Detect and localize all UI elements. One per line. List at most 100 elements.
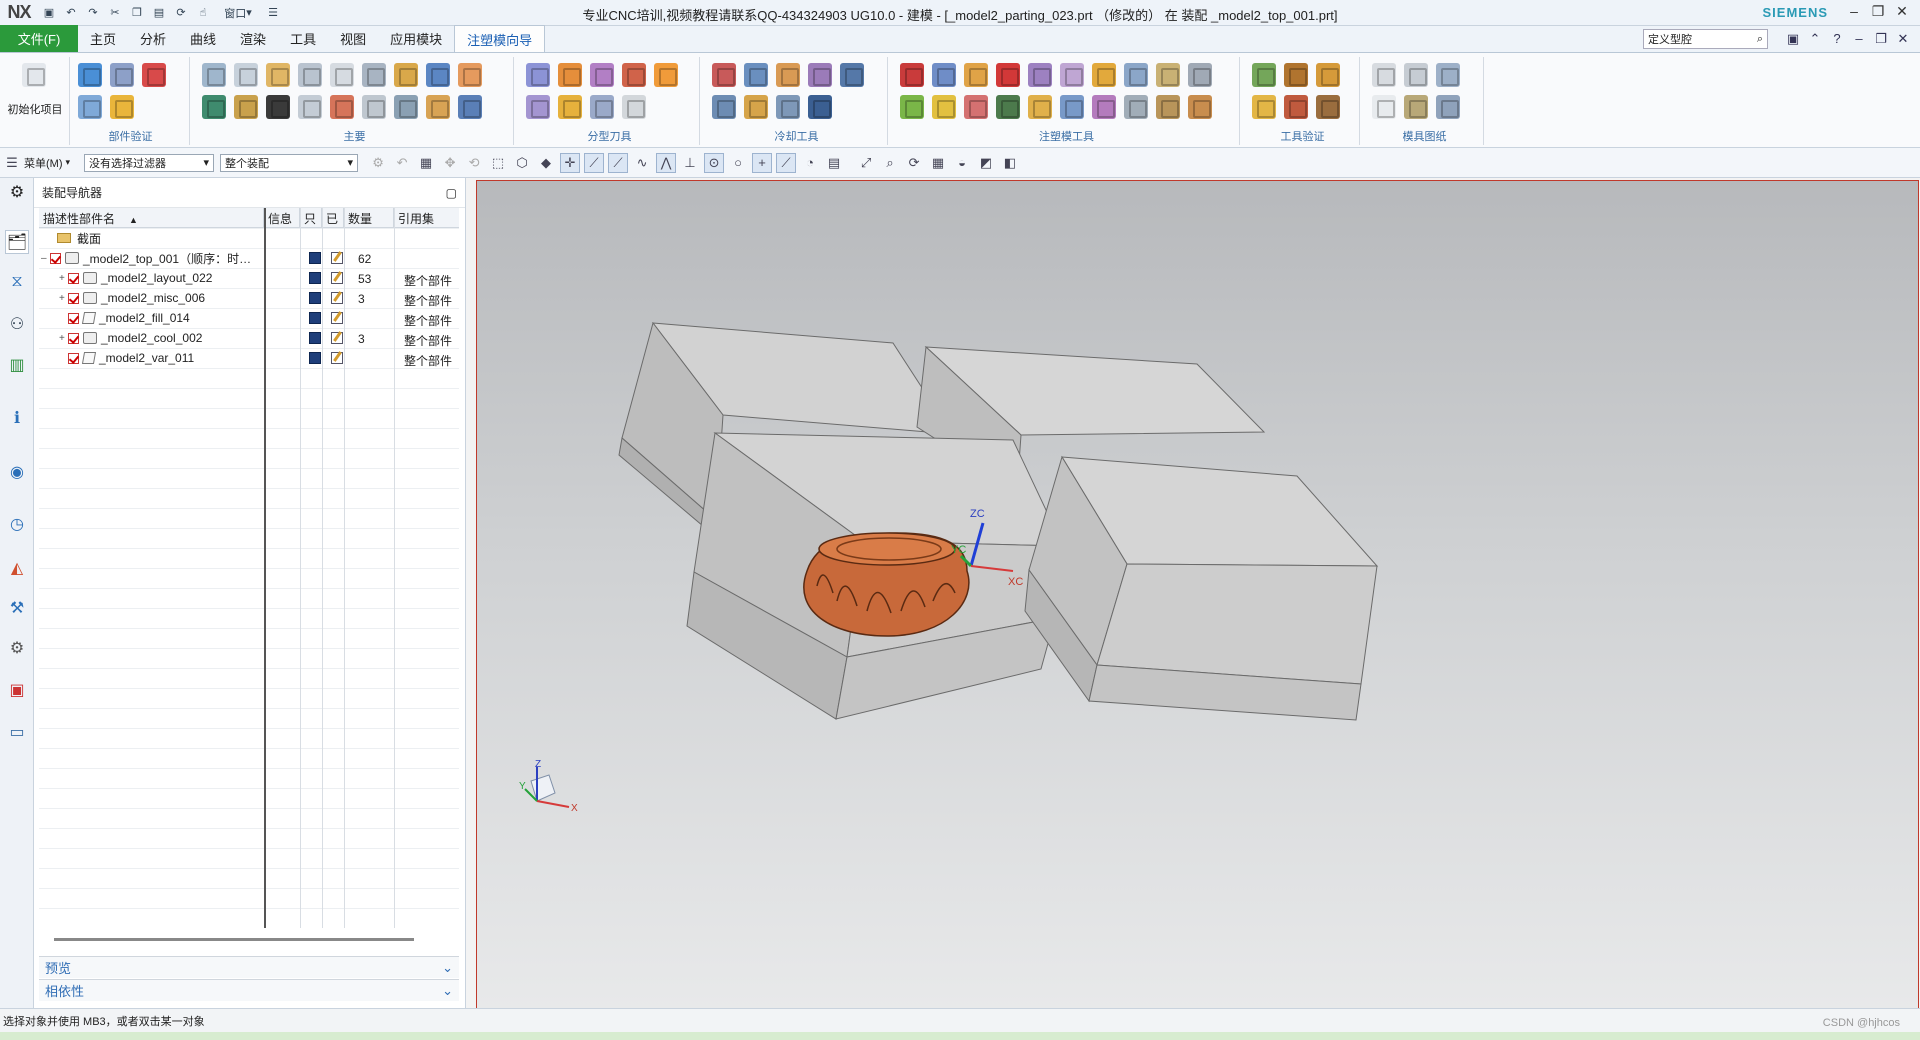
parting-tool-icon-1[interactable] (526, 63, 550, 87)
tool-validation-icon-5[interactable] (1284, 95, 1308, 119)
switch-window-icon[interactable]: ☰ (264, 5, 282, 21)
touch-mode-icon[interactable]: ☝ (194, 5, 212, 21)
restore-icon[interactable]: ❐ (1866, 3, 1890, 20)
snap-point-icon[interactable]: + (752, 152, 773, 173)
tree-row-var[interactable]: _model2_var_011 (39, 348, 459, 368)
main-tool-icon-5[interactable] (330, 63, 354, 87)
tab-curve[interactable]: 曲线 (178, 25, 228, 52)
main-tool-icon-10[interactable] (202, 95, 226, 119)
part-validation-icon-4[interactable] (78, 95, 102, 119)
manufacturing-wizard-icon[interactable]: ⚙ (5, 636, 29, 660)
main-tool-icon-12[interactable] (266, 95, 290, 119)
tab-analysis[interactable]: 分析 (128, 25, 178, 52)
column-header-modified[interactable]: 已 (322, 208, 344, 227)
fit-view-icon[interactable]: ⤢ (856, 153, 876, 173)
snap-face-icon[interactable]: ◔ (800, 153, 820, 173)
parting-tool-icon-9[interactable] (622, 95, 646, 119)
snap-on-curve-icon[interactable]: ⟋ (776, 152, 797, 173)
feature-select-icon[interactable]: ⬡ (512, 153, 532, 173)
mold-tool-icon-16[interactable] (1060, 95, 1084, 119)
mold-tool-icon-6[interactable] (1060, 63, 1084, 87)
tab-mold-wizard[interactable]: 注塑模向导 (454, 25, 546, 52)
main-tool-icon-18[interactable] (458, 95, 482, 119)
parting-tool-icon-6[interactable] (526, 95, 550, 119)
selection-filter-select[interactable]: 没有选择过滤器 ▾ (84, 153, 215, 172)
parting-tool-icon-5[interactable] (654, 63, 678, 87)
history-icon[interactable]: ◷ (5, 512, 29, 536)
rectangle-select-icon[interactable]: ⬚ (488, 153, 508, 173)
mold-drawing-icon-4[interactable] (1372, 95, 1396, 119)
tab-home[interactable]: 主页 (78, 25, 128, 52)
visibility-checkbox[interactable] (50, 252, 61, 264)
doc-close-icon[interactable]: ✕ (1892, 31, 1914, 47)
mold-drawing-icon-3[interactable] (1436, 63, 1460, 87)
rotate-view-icon[interactable]: ⟳ (904, 153, 924, 173)
main-tool-icon-9[interactable] (458, 63, 482, 87)
mold-tool-icon-9[interactable] (1156, 63, 1180, 87)
mold-tool-icon-7[interactable] (1092, 63, 1116, 87)
part-navigator-icon[interactable]: ⚇ (5, 312, 29, 336)
mold-drawing-icon-5[interactable] (1404, 95, 1428, 119)
part-validation-icon-1[interactable] (78, 63, 102, 87)
tool-validation-icon-4[interactable] (1252, 95, 1276, 119)
mold-tool-icon-20[interactable] (1188, 95, 1212, 119)
visibility-checkbox[interactable] (68, 292, 79, 304)
command-search-input[interactable]: 定义型腔 ⌕ (1643, 29, 1768, 49)
tree-row-cool[interactable]: + _model2_cool_002 (39, 328, 459, 348)
assembly-navigator-icon[interactable]: 🗂 (5, 230, 29, 254)
zoom-icon[interactable]: ⌕ (880, 153, 900, 173)
undo-icon[interactable]: ↶ (62, 5, 80, 21)
mold-tool-icon-17[interactable] (1092, 95, 1116, 119)
main-tool-icon-3[interactable] (266, 63, 290, 87)
horizontal-scrollbar[interactable] (54, 938, 414, 941)
cooling-tool-icon-7[interactable] (744, 95, 768, 119)
file-menu-button[interactable]: 文件(F) (0, 25, 78, 52)
snap-settings-icon[interactable]: ⚙ (368, 153, 388, 173)
tree-row-top-assembly[interactable]: – _model2_top_001（顺序：时… (39, 248, 459, 268)
expand-icon[interactable]: + (59, 273, 68, 284)
tool-validation-icon-3[interactable] (1316, 63, 1340, 87)
cooling-tool-icon-8[interactable] (776, 95, 800, 119)
paste-icon[interactable]: ▤ (150, 5, 168, 21)
tool-validation-icon-2[interactable] (1284, 63, 1308, 87)
mold-tool-icon-5[interactable] (1028, 63, 1052, 87)
tree-row-misc[interactable]: + _model2_misc_006 (39, 288, 459, 308)
menu-button[interactable]: 菜单(M) (24, 155, 63, 171)
select-all-icon[interactable]: ▦ (416, 153, 436, 173)
doc-restore-icon[interactable]: ❐ (1870, 31, 1892, 47)
save-icon[interactable]: ▣ (40, 5, 58, 21)
mold-tool-icon-4[interactable] (996, 63, 1020, 87)
column-header-name[interactable]: 描述性部件名 ▲ (39, 208, 264, 227)
minimize-icon[interactable]: – (1842, 3, 1866, 20)
graphics-viewport[interactable]: ZC YC XC Z Y X (476, 180, 1919, 1010)
snap-intersection-icon[interactable]: ⋀ (656, 152, 677, 173)
redo-icon[interactable]: ↷ (84, 5, 102, 21)
selection-scope-select[interactable]: 整个装配 ▾ (220, 153, 359, 172)
main-tool-icon-11[interactable] (234, 95, 258, 119)
mold-tool-icon-15[interactable] (1028, 95, 1052, 119)
model-scene[interactable]: ZC YC XC Z Y X (477, 181, 1918, 1009)
cooling-tool-icon-6[interactable] (712, 95, 736, 119)
main-tool-icon-4[interactable] (298, 63, 322, 87)
main-tool-icon-1[interactable] (202, 63, 226, 87)
help-icon[interactable]: ? (1826, 31, 1848, 47)
pan-icon[interactable]: ✥ (440, 153, 460, 173)
visibility-checkbox[interactable] (68, 312, 79, 324)
column-header-quantity[interactable]: 数量 (344, 208, 394, 227)
snap-tangent-icon[interactable]: ⊥ (680, 153, 700, 173)
parting-tool-icon-4[interactable] (622, 63, 646, 87)
mold-drawing-icon-1[interactable] (1372, 63, 1396, 87)
main-tool-icon-7[interactable] (394, 63, 418, 87)
mold-tool-icon-11[interactable] (900, 95, 924, 119)
parting-tool-icon-3[interactable] (590, 63, 614, 87)
visibility-checkbox[interactable] (68, 272, 79, 284)
system-materials-icon[interactable]: ◭ (5, 556, 29, 580)
mold-tool-icon-19[interactable] (1156, 95, 1180, 119)
rotate-icon[interactable]: ⟲ (464, 153, 484, 173)
render-style-icon[interactable]: ◒ (952, 153, 972, 173)
settings-icon[interactable]: ⚙ (5, 180, 29, 204)
mold-tool-icon-13[interactable] (964, 95, 988, 119)
hd3d-icon[interactable]: ℹ (5, 406, 29, 430)
mold-drawing-icon-2[interactable] (1404, 63, 1428, 87)
parting-tool-icon-2[interactable] (558, 63, 582, 87)
